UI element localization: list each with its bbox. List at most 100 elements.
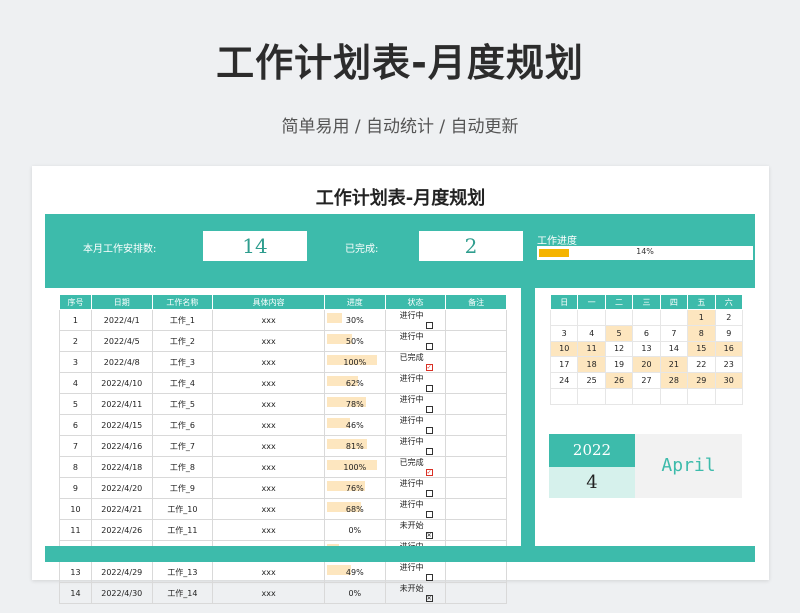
status-checkbox-icon[interactable] xyxy=(425,406,433,413)
calendar-day[interactable]: 24 xyxy=(549,372,579,389)
table-row[interactable]: 14 2022/4/30 工作_14 xxx 0% 未开始✕ xyxy=(59,582,507,604)
task-panel: 序号 日期 工作名称 具体内容 进度 状态 备注 1 2022/4/1 工作_1 xxx 30% 进行… xyxy=(45,278,521,604)
row-progress: 68% xyxy=(323,498,386,520)
row-number: 5 xyxy=(59,393,92,415)
calendar-day[interactable]: 10 xyxy=(549,340,579,358)
row-date: 2022/4/15 xyxy=(90,414,153,436)
status-checkbox-icon[interactable] xyxy=(425,385,433,392)
calendar-day[interactable]: 29 xyxy=(687,372,716,389)
weekday-header: 六 xyxy=(714,294,744,310)
calendar-day[interactable]: 3 xyxy=(549,324,579,342)
calendar-day[interactable]: 21 xyxy=(659,356,689,374)
calendar-day xyxy=(549,309,579,326)
done-count-value[interactable]: 2 xyxy=(419,231,523,261)
table-row[interactable]: 3 2022/4/8 工作_3 xxx 100% 已完成✓ xyxy=(59,351,507,373)
row-remark xyxy=(445,435,507,457)
row-content: xxx xyxy=(212,393,325,415)
calendar-day[interactable]: 25 xyxy=(577,372,606,389)
calendar-day[interactable]: 16 xyxy=(714,340,744,358)
row-task-name: 工作_10 xyxy=(151,498,214,520)
status-checkbox-icon[interactable] xyxy=(425,490,433,497)
table-row[interactable]: 13 2022/4/29 工作_13 xxx 49% 进行中 xyxy=(59,561,507,583)
calendar-day[interactable]: 11 xyxy=(577,340,606,358)
weekday-header: 四 xyxy=(659,294,689,310)
progress-data-bar xyxy=(326,313,342,323)
calendar-day[interactable]: 1 xyxy=(687,309,716,326)
row-content: xxx xyxy=(212,351,325,373)
calendar-day[interactable]: 26 xyxy=(604,372,634,389)
status-checkbox-icon[interactable] xyxy=(425,511,433,518)
row-status: 未开始✕ xyxy=(384,582,447,604)
calendar-day[interactable]: 6 xyxy=(632,324,661,342)
table-row[interactable]: 4 2022/4/10 工作_4 xxx 62% 进行中 xyxy=(59,372,507,394)
table-row[interactable]: 6 2022/4/15 工作_6 xxx 46% 进行中 xyxy=(59,414,507,436)
status-checkbox-icon[interactable]: ✓ xyxy=(425,364,433,371)
row-date: 2022/4/5 xyxy=(90,330,153,352)
calendar-day[interactable]: 4 xyxy=(577,324,606,342)
status-checkbox-icon[interactable] xyxy=(425,427,433,434)
status-checkbox-icon[interactable]: ✕ xyxy=(425,532,433,539)
calendar-day[interactable]: 19 xyxy=(604,356,634,374)
status-text: 进行中 xyxy=(399,563,424,572)
calendar-day[interactable]: 7 xyxy=(659,324,689,342)
calendar-day[interactable]: 5 xyxy=(604,324,634,342)
row-task-name: 工作_3 xyxy=(151,351,214,373)
table-row[interactable]: 1 2022/4/1 工作_1 xxx 30% 进行中 xyxy=(59,309,507,331)
status-text: 进行中 xyxy=(399,437,424,446)
monthly-count-value[interactable]: 14 xyxy=(203,231,307,261)
table-row[interactable]: 9 2022/4/20 工作_9 xxx 76% 进行中 xyxy=(59,477,507,499)
year-cell[interactable]: 2022 xyxy=(549,434,635,467)
table-row[interactable]: 7 2022/4/16 工作_7 xxx 81% 进行中 xyxy=(59,435,507,457)
row-number: 7 xyxy=(59,435,92,457)
row-progress: 100% xyxy=(323,351,386,373)
row-task-name: 工作_4 xyxy=(151,372,214,394)
row-content: xxx xyxy=(212,582,325,604)
row-content: xxx xyxy=(212,456,325,478)
calendar-day[interactable]: 2 xyxy=(714,309,744,326)
calendar-day[interactable]: 17 xyxy=(549,356,579,374)
calendar-day[interactable]: 23 xyxy=(714,356,744,374)
calendar-day[interactable]: 12 xyxy=(604,340,634,358)
status-checkbox-icon[interactable]: ✕ xyxy=(425,595,433,602)
table-row[interactable]: 11 2022/4/26 工作_11 xxx 0% 未开始✕ xyxy=(59,519,507,541)
row-date: 2022/4/26 xyxy=(90,519,153,541)
calendar-day[interactable]: 20 xyxy=(632,356,661,374)
status-text: 进行中 xyxy=(399,395,424,404)
calendar-day[interactable]: 27 xyxy=(632,372,661,389)
row-remark xyxy=(445,309,507,331)
kpi-band: 本月工作安排数: 14 已完成: 2 工作进度 14% xyxy=(45,214,755,278)
status-text: 已完成 xyxy=(399,353,424,362)
table-row[interactable]: 10 2022/4/21 工作_10 xxx 68% 进行中 xyxy=(59,498,507,520)
progress-value: 78% xyxy=(345,399,364,409)
table-row[interactable]: 8 2022/4/18 工作_8 xxx 100% 已完成✓ xyxy=(59,456,507,478)
calendar-day[interactable]: 14 xyxy=(659,340,689,358)
calendar-day[interactable]: 28 xyxy=(659,372,689,389)
status-text: 未开始 xyxy=(399,521,424,530)
calendar-day xyxy=(577,309,606,326)
status-checkbox-icon[interactable] xyxy=(425,448,433,455)
calendar-day[interactable]: 18 xyxy=(577,356,606,374)
table-row[interactable]: 5 2022/4/11 工作_5 xxx 78% 进行中 xyxy=(59,393,507,415)
row-date: 2022/4/30 xyxy=(90,582,153,604)
row-progress: 81% xyxy=(323,435,386,457)
progress-value: 30% xyxy=(345,315,364,325)
status-checkbox-icon[interactable] xyxy=(425,322,433,329)
month-cell[interactable]: 4 xyxy=(549,467,635,498)
month-name-cell: April xyxy=(635,434,742,498)
status-checkbox-icon[interactable] xyxy=(425,343,433,350)
calendar-day[interactable]: 13 xyxy=(632,340,661,358)
calendar-day[interactable]: 30 xyxy=(714,372,744,389)
status-checkbox-icon[interactable] xyxy=(425,574,433,581)
row-date: 2022/4/29 xyxy=(90,561,153,583)
progress-value: 0% xyxy=(348,525,362,535)
column-header: 日期 xyxy=(90,294,153,310)
row-status: 进行中 xyxy=(384,561,447,583)
calendar-day[interactable]: 9 xyxy=(714,324,744,342)
weekday-header: 日 xyxy=(549,294,579,310)
table-row[interactable]: 2 2022/4/5 工作_2 xxx 50% 进行中 xyxy=(59,330,507,352)
calendar-day[interactable]: 22 xyxy=(687,356,716,374)
calendar-day[interactable]: 15 xyxy=(687,340,716,358)
status-checkbox-icon[interactable]: ✓ xyxy=(425,469,433,476)
page-title: 工作计划表-月度规划 xyxy=(216,41,584,85)
calendar-day[interactable]: 8 xyxy=(687,324,716,342)
